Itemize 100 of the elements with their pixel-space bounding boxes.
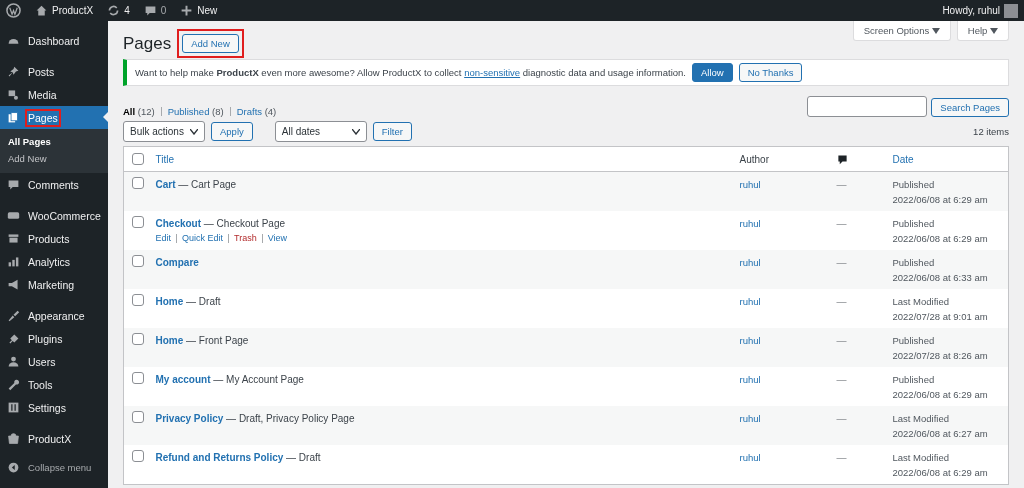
sidebar-item[interactable]: Settings: [0, 396, 108, 419]
user-icon: [7, 355, 20, 368]
date-cell: Published 2022/06/08 at 6:29 am: [892, 374, 988, 400]
date-cell: Last Modified 2022/07/28 at 9:01 am: [892, 296, 988, 322]
chevron-down-icon: [190, 128, 198, 135]
page-title-link[interactable]: Refund and Returns Policy: [155, 452, 284, 463]
page-state: — Front Page: [186, 335, 249, 346]
submenu-item[interactable]: All Pages: [0, 133, 108, 150]
page-title: Pages: [123, 33, 172, 54]
view-filter-link[interactable]: Drafts (4): [236, 106, 277, 117]
row-checkbox[interactable]: [132, 255, 144, 267]
apply-button[interactable]: Apply: [211, 122, 253, 141]
date-cell: Published 2022/06/08 at 6:29 am: [892, 179, 988, 205]
avatar[interactable]: [1004, 3, 1018, 18]
author-link[interactable]: ruhul: [739, 374, 761, 385]
home-icon[interactable]: [35, 4, 48, 17]
filter-button[interactable]: Filter: [372, 122, 412, 141]
notice-link[interactable]: non-sensitive: [464, 67, 521, 78]
pages-icon: [7, 111, 20, 124]
row-checkbox[interactable]: [132, 294, 144, 306]
view-filter-link[interactable]: All (12): [123, 106, 155, 117]
date-cell: Last Modified 2022/06/08 at 6:29 am: [892, 452, 988, 478]
collapse-menu-link[interactable]: Collapse menu: [28, 462, 92, 473]
row-checkbox[interactable]: [132, 411, 144, 423]
author-link[interactable]: ruhul: [739, 335, 761, 346]
row-checkbox[interactable]: [132, 450, 144, 462]
sidebar-item[interactable]: Dashboard: [0, 29, 108, 52]
row-action-link[interactable]: Quick Edit: [182, 231, 224, 245]
allow-button[interactable]: Allow: [691, 63, 733, 82]
page-state: — Draft, Privacy Policy Page: [226, 413, 355, 424]
no-thanks-button[interactable]: No Thanks: [738, 63, 803, 82]
author-link[interactable]: ruhul: [739, 218, 761, 229]
sidebar-item[interactable]: Tools: [0, 373, 108, 396]
page-state: — My Account Page: [213, 374, 304, 385]
row-checkbox[interactable]: [132, 333, 144, 345]
sidebar-item[interactable]: Pages: [0, 106, 108, 129]
author-link[interactable]: ruhul: [739, 179, 761, 190]
sliders-icon: [7, 401, 20, 414]
row-checkbox[interactable]: [132, 372, 144, 384]
row-action-link[interactable]: View: [267, 231, 288, 245]
author-link[interactable]: ruhul: [739, 257, 761, 268]
bulk-actions-select[interactable]: Bulk actions: [123, 121, 205, 142]
row-checkbox[interactable]: [132, 177, 144, 189]
comment-icon[interactable]: [143, 4, 157, 17]
comment-count: —: [836, 257, 847, 268]
sidebar-item[interactable]: Comments: [0, 173, 108, 196]
comment-count: —: [836, 413, 847, 424]
comment-count: —: [836, 452, 847, 463]
page-title-link[interactable]: Home: [155, 296, 184, 307]
date-cell: Last Modified 2022/06/08 at 6:27 am: [892, 413, 988, 439]
date-column-header[interactable]: Date: [892, 153, 914, 165]
search-button[interactable]: Search Pages: [931, 98, 1009, 117]
screen-tab[interactable]: Help: [956, 21, 1009, 41]
sidebar-item[interactable]: Analytics: [0, 250, 108, 273]
plus-icon[interactable]: [180, 4, 194, 17]
row-action-link[interactable]: Trash: [234, 231, 257, 245]
page-title-link[interactable]: Checkout: [155, 218, 202, 229]
notice-text: Want to help make ProductX even more awesome? Allow ProductX to collect non-sensitive diagnostic data and usage information.: [135, 67, 686, 78]
sidebar-item[interactable]: Users: [0, 350, 108, 373]
sidebar-item[interactable]: WooCommerce: [0, 204, 108, 227]
page-title-link[interactable]: Home: [155, 335, 184, 346]
select-all-checkbox[interactable]: [132, 153, 144, 165]
page-title-link[interactable]: Compare: [155, 257, 199, 268]
author-link[interactable]: ruhul: [739, 452, 761, 463]
sidebar-item[interactable]: Media: [0, 83, 108, 106]
screen-tab[interactable]: Screen Options: [852, 21, 951, 41]
sidebar-item[interactable]: Products: [0, 227, 108, 250]
sidebar-item[interactable]: Appearance: [0, 304, 108, 327]
site-name-link[interactable]: ProductX: [52, 5, 94, 16]
comments-count: 0: [160, 5, 167, 16]
sidebar-item[interactable]: Plugins: [0, 327, 108, 350]
page-state: — Cart Page: [178, 179, 237, 190]
page-title-link[interactable]: Cart: [155, 179, 176, 190]
comment-icon: [7, 178, 20, 191]
sidebar-item[interactable]: Marketing: [0, 273, 108, 296]
author-link[interactable]: ruhul: [739, 296, 761, 307]
add-new-button[interactable]: Add New: [182, 34, 239, 53]
greeting-link[interactable]: Howdy, ruhul: [942, 5, 1000, 16]
caret-icon: [990, 28, 998, 34]
refresh-icon[interactable]: [107, 4, 121, 17]
new-link[interactable]: New: [197, 5, 218, 16]
submenu-item[interactable]: Add New: [0, 150, 108, 167]
view-filter-link[interactable]: Published (8): [167, 106, 224, 117]
row-action-link[interactable]: Edit: [155, 231, 171, 245]
page-title-link[interactable]: Privacy Policy: [155, 413, 224, 424]
row-checkbox[interactable]: [132, 216, 144, 228]
collapse-icon[interactable]: [7, 461, 20, 474]
comment-count: —: [836, 296, 847, 307]
sidebar-item[interactable]: ProductX: [0, 427, 108, 450]
pushpin-icon: [7, 65, 20, 78]
title-column-header[interactable]: Title: [155, 153, 175, 165]
author-link[interactable]: ruhul: [739, 413, 761, 424]
comment-count: —: [836, 374, 847, 385]
wordpress-logo-icon[interactable]: [6, 3, 21, 18]
page-title-link[interactable]: My account: [155, 374, 211, 385]
plug-icon: [7, 332, 20, 345]
date-filter-select[interactable]: All dates: [274, 121, 367, 142]
sidebar-item[interactable]: Posts: [0, 60, 108, 83]
bar-chart-icon: [7, 255, 20, 268]
search-field[interactable]: [807, 96, 928, 117]
